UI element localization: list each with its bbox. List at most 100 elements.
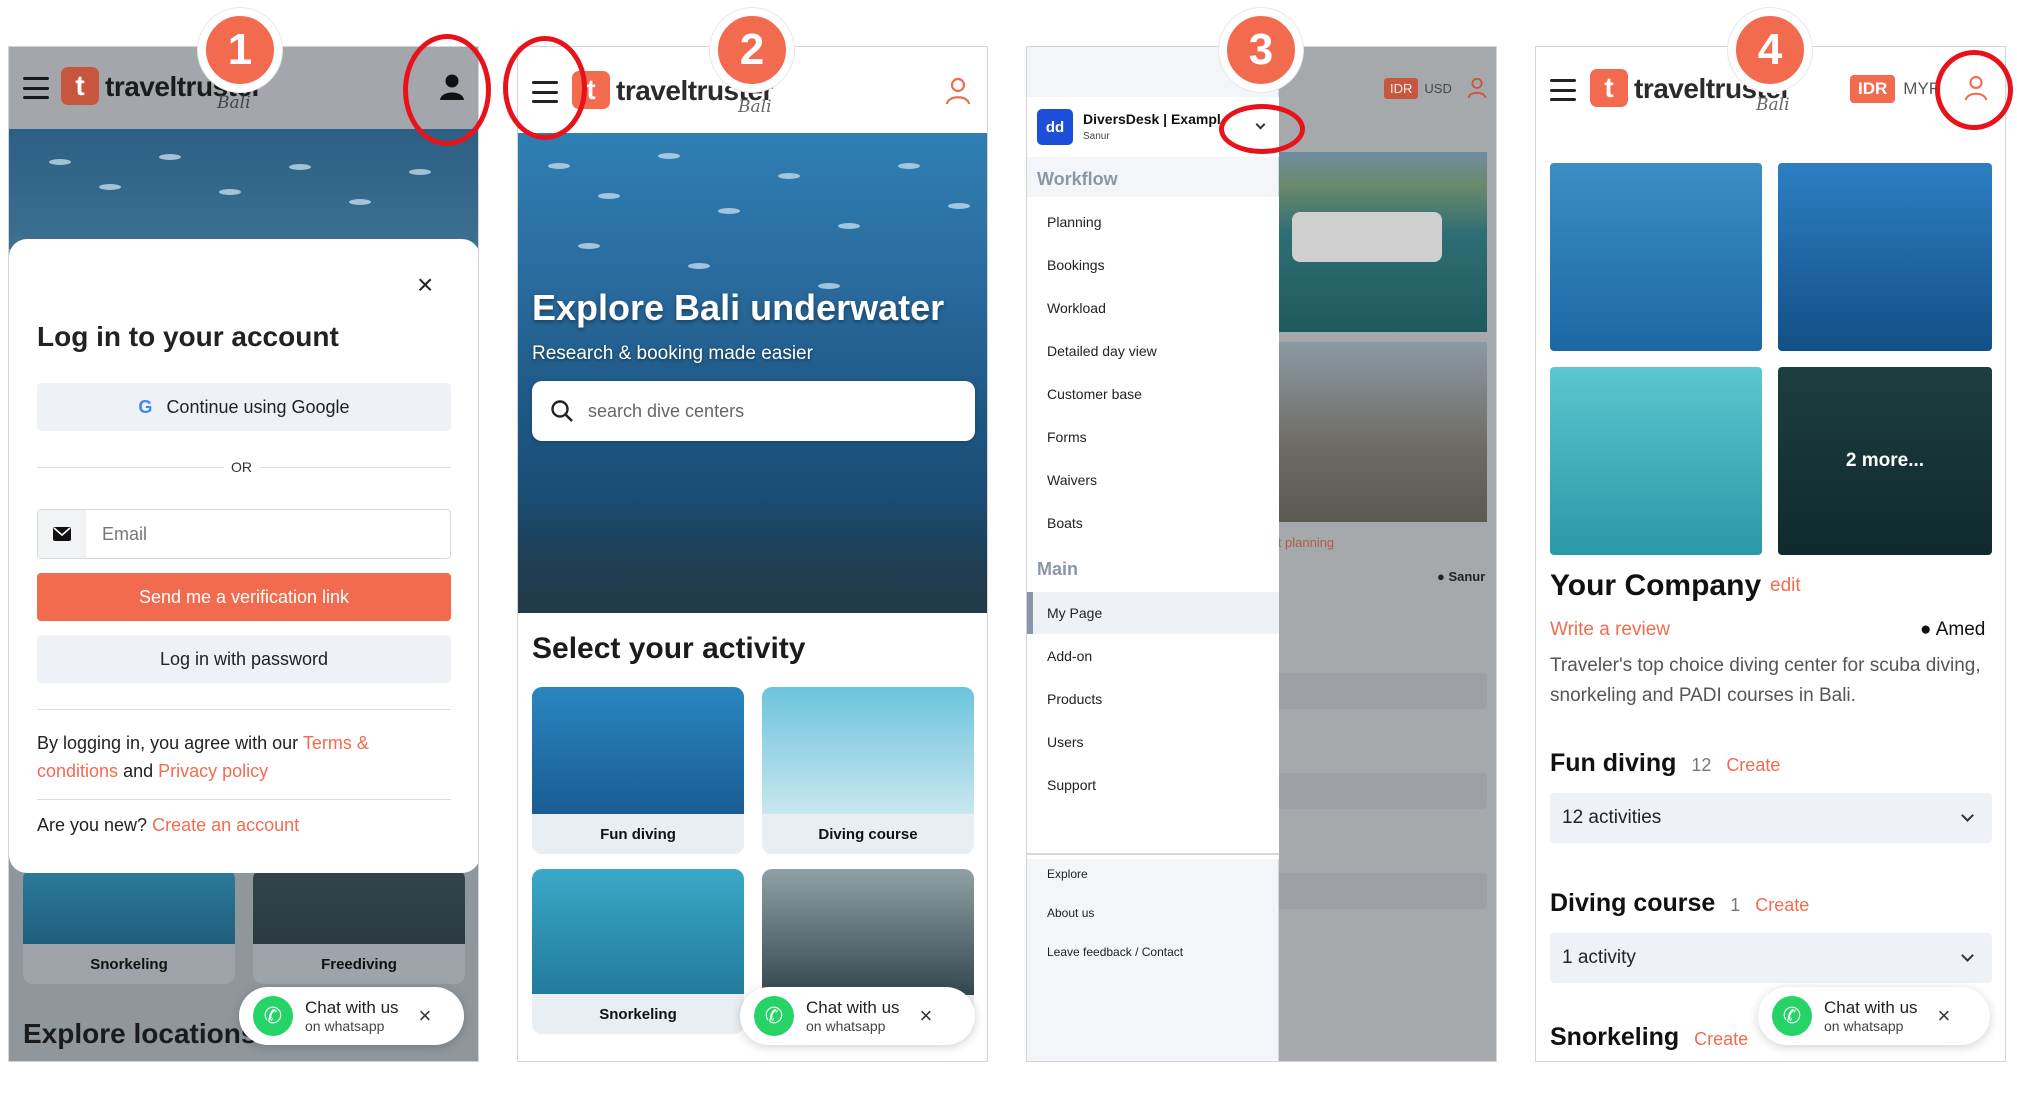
bg-select: [1272, 673, 1487, 709]
activity-card-freediving[interactable]: Freediving: [253, 869, 465, 984]
highlight-ring-menu: [503, 36, 587, 140]
menu-icon[interactable]: [1550, 79, 1576, 101]
step-badge-3: 3: [1219, 8, 1303, 92]
create-link[interactable]: Create: [1755, 895, 1809, 915]
fun-diving-select[interactable]: 12 activities: [1550, 793, 1992, 843]
chevron-down-icon: [1961, 949, 1974, 962]
activity-card-snorkeling[interactable]: Snorkeling: [532, 869, 744, 1034]
whatsapp-chat-button[interactable]: ✆ Chat with us on whatsapp ×: [1758, 987, 1990, 1045]
user-icon[interactable]: [1467, 77, 1487, 104]
menu-planning[interactable]: Planning: [1047, 214, 1102, 230]
logo-region: Bali: [217, 93, 251, 113]
menu-boats[interactable]: Boats: [1047, 515, 1083, 531]
whatsapp-icon: ✆: [1772, 996, 1812, 1036]
gallery-more[interactable]: 2 more...: [1778, 367, 1992, 555]
menu-bookings[interactable]: Bookings: [1047, 257, 1105, 273]
whatsapp-icon: ✆: [754, 996, 794, 1036]
panel-company-page: t traveltruster Bali IDR MYR 2 more... Y…: [1535, 46, 2006, 1062]
close-icon[interactable]: ×: [1938, 1003, 1951, 1029]
menu-feedback-contact[interactable]: Leave feedback / Contact: [1047, 945, 1183, 959]
menu-forms[interactable]: Forms: [1047, 429, 1087, 445]
card-label: Fun diving: [532, 814, 744, 854]
highlight-ring-user: [403, 34, 491, 146]
account-logo-icon: dd: [1037, 109, 1073, 145]
section-title: Select your activity: [532, 632, 806, 665]
card-label: Diving course: [762, 814, 974, 854]
bg-location: ● Sanur: [1437, 569, 1486, 584]
activity-card-fun-diving[interactable]: Fun diving: [532, 687, 744, 854]
menu-support[interactable]: Support: [1047, 777, 1096, 793]
menu-workload[interactable]: Workload: [1047, 300, 1106, 316]
diving-course-select[interactable]: 1 activity: [1550, 933, 1992, 983]
close-icon[interactable]: ×: [920, 1003, 933, 1029]
privacy-link[interactable]: Privacy policy: [158, 761, 268, 781]
menu-add-on[interactable]: Add-on: [1047, 648, 1092, 664]
user-icon[interactable]: [945, 77, 971, 110]
password-login-button[interactable]: Log in with password: [37, 635, 451, 683]
mail-icon: [38, 510, 86, 558]
card-label: Snorkeling: [23, 944, 235, 984]
account-name: DiversDesk | Exampl: [1083, 111, 1221, 127]
close-icon[interactable]: ×: [419, 1003, 432, 1029]
close-icon[interactable]: ×: [417, 269, 433, 301]
section-snorkeling: Snorkeling Create: [1550, 1023, 1749, 1051]
google-icon: G: [138, 396, 153, 417]
location-label: ● Amed: [1920, 619, 1986, 640]
menu-customer-base[interactable]: Customer base: [1047, 386, 1142, 402]
account-location: Sanur: [1083, 131, 1110, 142]
write-review-link[interactable]: Write a review: [1550, 619, 1670, 641]
panel-menu: IDR USD lit planning ● Sanur dd DiversDe…: [1026, 46, 1497, 1062]
menu-users[interactable]: Users: [1047, 734, 1084, 750]
currency-switch[interactable]: IDR USD: [1384, 78, 1458, 99]
workflow-heading: Workflow: [1037, 169, 1118, 189]
step-badge-2: 2: [710, 8, 794, 92]
logo-icon[interactable]: t: [61, 67, 99, 105]
logo-region: Bali: [1756, 95, 1790, 115]
search-input[interactable]: search dive centers: [532, 381, 975, 441]
activity-card-diving-course[interactable]: Diving course: [762, 687, 974, 854]
divider: [1027, 853, 1279, 855]
menu-detailed-day-view[interactable]: Detailed day view: [1047, 343, 1157, 359]
create-link[interactable]: Create: [1726, 755, 1780, 775]
logo-region: Bali: [738, 97, 772, 117]
terms-text: By logging in, you agree with our Terms …: [37, 733, 369, 781]
bg-select: [1272, 773, 1487, 809]
menu-my-page[interactable]: My Page: [1047, 605, 1102, 621]
menu-about-us[interactable]: About us: [1047, 906, 1094, 920]
bg-links: lit planning: [1272, 535, 1335, 550]
email-placeholder: Email: [102, 524, 148, 544]
step-badge-4: 4: [1728, 8, 1812, 92]
google-button[interactable]: G Continue using Google: [37, 383, 451, 431]
hero-image: [9, 129, 478, 249]
menu-explore[interactable]: Explore: [1047, 867, 1088, 881]
gallery-image[interactable]: [1778, 163, 1992, 351]
whatsapp-chat-button[interactable]: ✆ Chat with us on whatsapp ×: [740, 987, 975, 1045]
menu-products[interactable]: Products: [1047, 691, 1102, 707]
logo-icon[interactable]: t: [1590, 69, 1628, 107]
step-badge-1: 1: [198, 8, 282, 92]
company-description: Traveler's top choice diving center for …: [1550, 655, 1981, 706]
street-image: [1272, 342, 1487, 522]
bg-select: [1272, 873, 1487, 909]
verify-button[interactable]: Send me a verification link: [37, 573, 451, 621]
email-field[interactable]: Email: [37, 509, 451, 559]
menu-icon[interactable]: [23, 77, 49, 99]
hero-subtitle: Research & booking made easier: [532, 343, 813, 364]
divider: [37, 799, 451, 800]
create-link[interactable]: Create: [1694, 1029, 1748, 1049]
panel-home: t traveltruster Bali Explore Bali underw…: [517, 46, 988, 1062]
gallery-image[interactable]: [1550, 163, 1762, 351]
menu-waivers[interactable]: Waivers: [1047, 472, 1097, 488]
edit-link[interactable]: edit: [1770, 575, 1801, 597]
gallery-image[interactable]: [1550, 367, 1762, 555]
panel-login: t traveltruster Bali Snorkeling Freedivi…: [8, 46, 479, 1062]
whatsapp-chat-button[interactable]: ✆ Chat with us on whatsapp ×: [239, 987, 464, 1045]
company-name: Your Company: [1550, 569, 1762, 602]
highlight-ring-account-toggle: [1219, 104, 1305, 154]
side-drawer: dd DiversDesk | Exampl Sanur Workflow Pl…: [1027, 47, 1279, 1061]
activity-card-snorkeling[interactable]: Snorkeling: [23, 869, 235, 984]
create-account-link[interactable]: Create an account: [152, 815, 299, 835]
hero-image: [518, 133, 987, 613]
hero-title: Explore Bali underwater: [532, 287, 945, 328]
modal-title: Log in to your account: [37, 321, 339, 352]
